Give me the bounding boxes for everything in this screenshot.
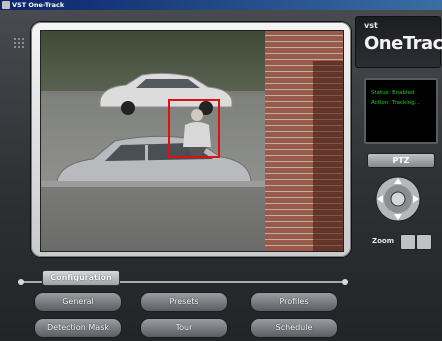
schedule-button[interactable]: Schedule <box>250 318 338 338</box>
zoom-control: Zoom <box>372 234 442 250</box>
brick-pillar <box>265 31 343 251</box>
presets-button[interactable]: Presets <box>140 292 228 312</box>
brand-name: OneTrack <box>364 33 442 54</box>
zoom-in-icon[interactable] <box>416 234 432 250</box>
zoom-out-icon[interactable] <box>400 234 416 250</box>
profiles-button[interactable]: Profiles <box>250 292 338 312</box>
general-button[interactable]: General <box>34 292 122 312</box>
video-feed[interactable] <box>40 30 344 252</box>
title-bar: VST One-Track <box>0 0 442 10</box>
grip-icon[interactable] <box>14 38 28 50</box>
dpad-icon[interactable] <box>374 176 422 222</box>
app-window: VST One-Track vst OneTrac Status: Enable… <box>0 0 442 341</box>
zoom-label: Zoom <box>372 237 394 245</box>
tracking-box <box>168 99 220 158</box>
app-icon <box>2 1 10 9</box>
status-line-1: Status: Enabled <box>371 90 415 96</box>
status-line-2: Action: Tracking... <box>371 100 420 106</box>
brand-prefix: vst <box>364 21 378 30</box>
window-title: VST One-Track <box>12 1 65 9</box>
detection-mask-button[interactable]: Detection Mask <box>34 318 122 338</box>
tour-button[interactable]: Tour <box>140 318 228 338</box>
concrete-wall <box>41 181 271 251</box>
brand-logo: vst OneTrack <box>355 16 442 68</box>
configuration-tab[interactable]: Configuration <box>42 270 120 286</box>
status-display: Status: Enabled Action: Tracking... <box>364 78 438 144</box>
ptz-button[interactable]: PTZ <box>367 153 435 168</box>
